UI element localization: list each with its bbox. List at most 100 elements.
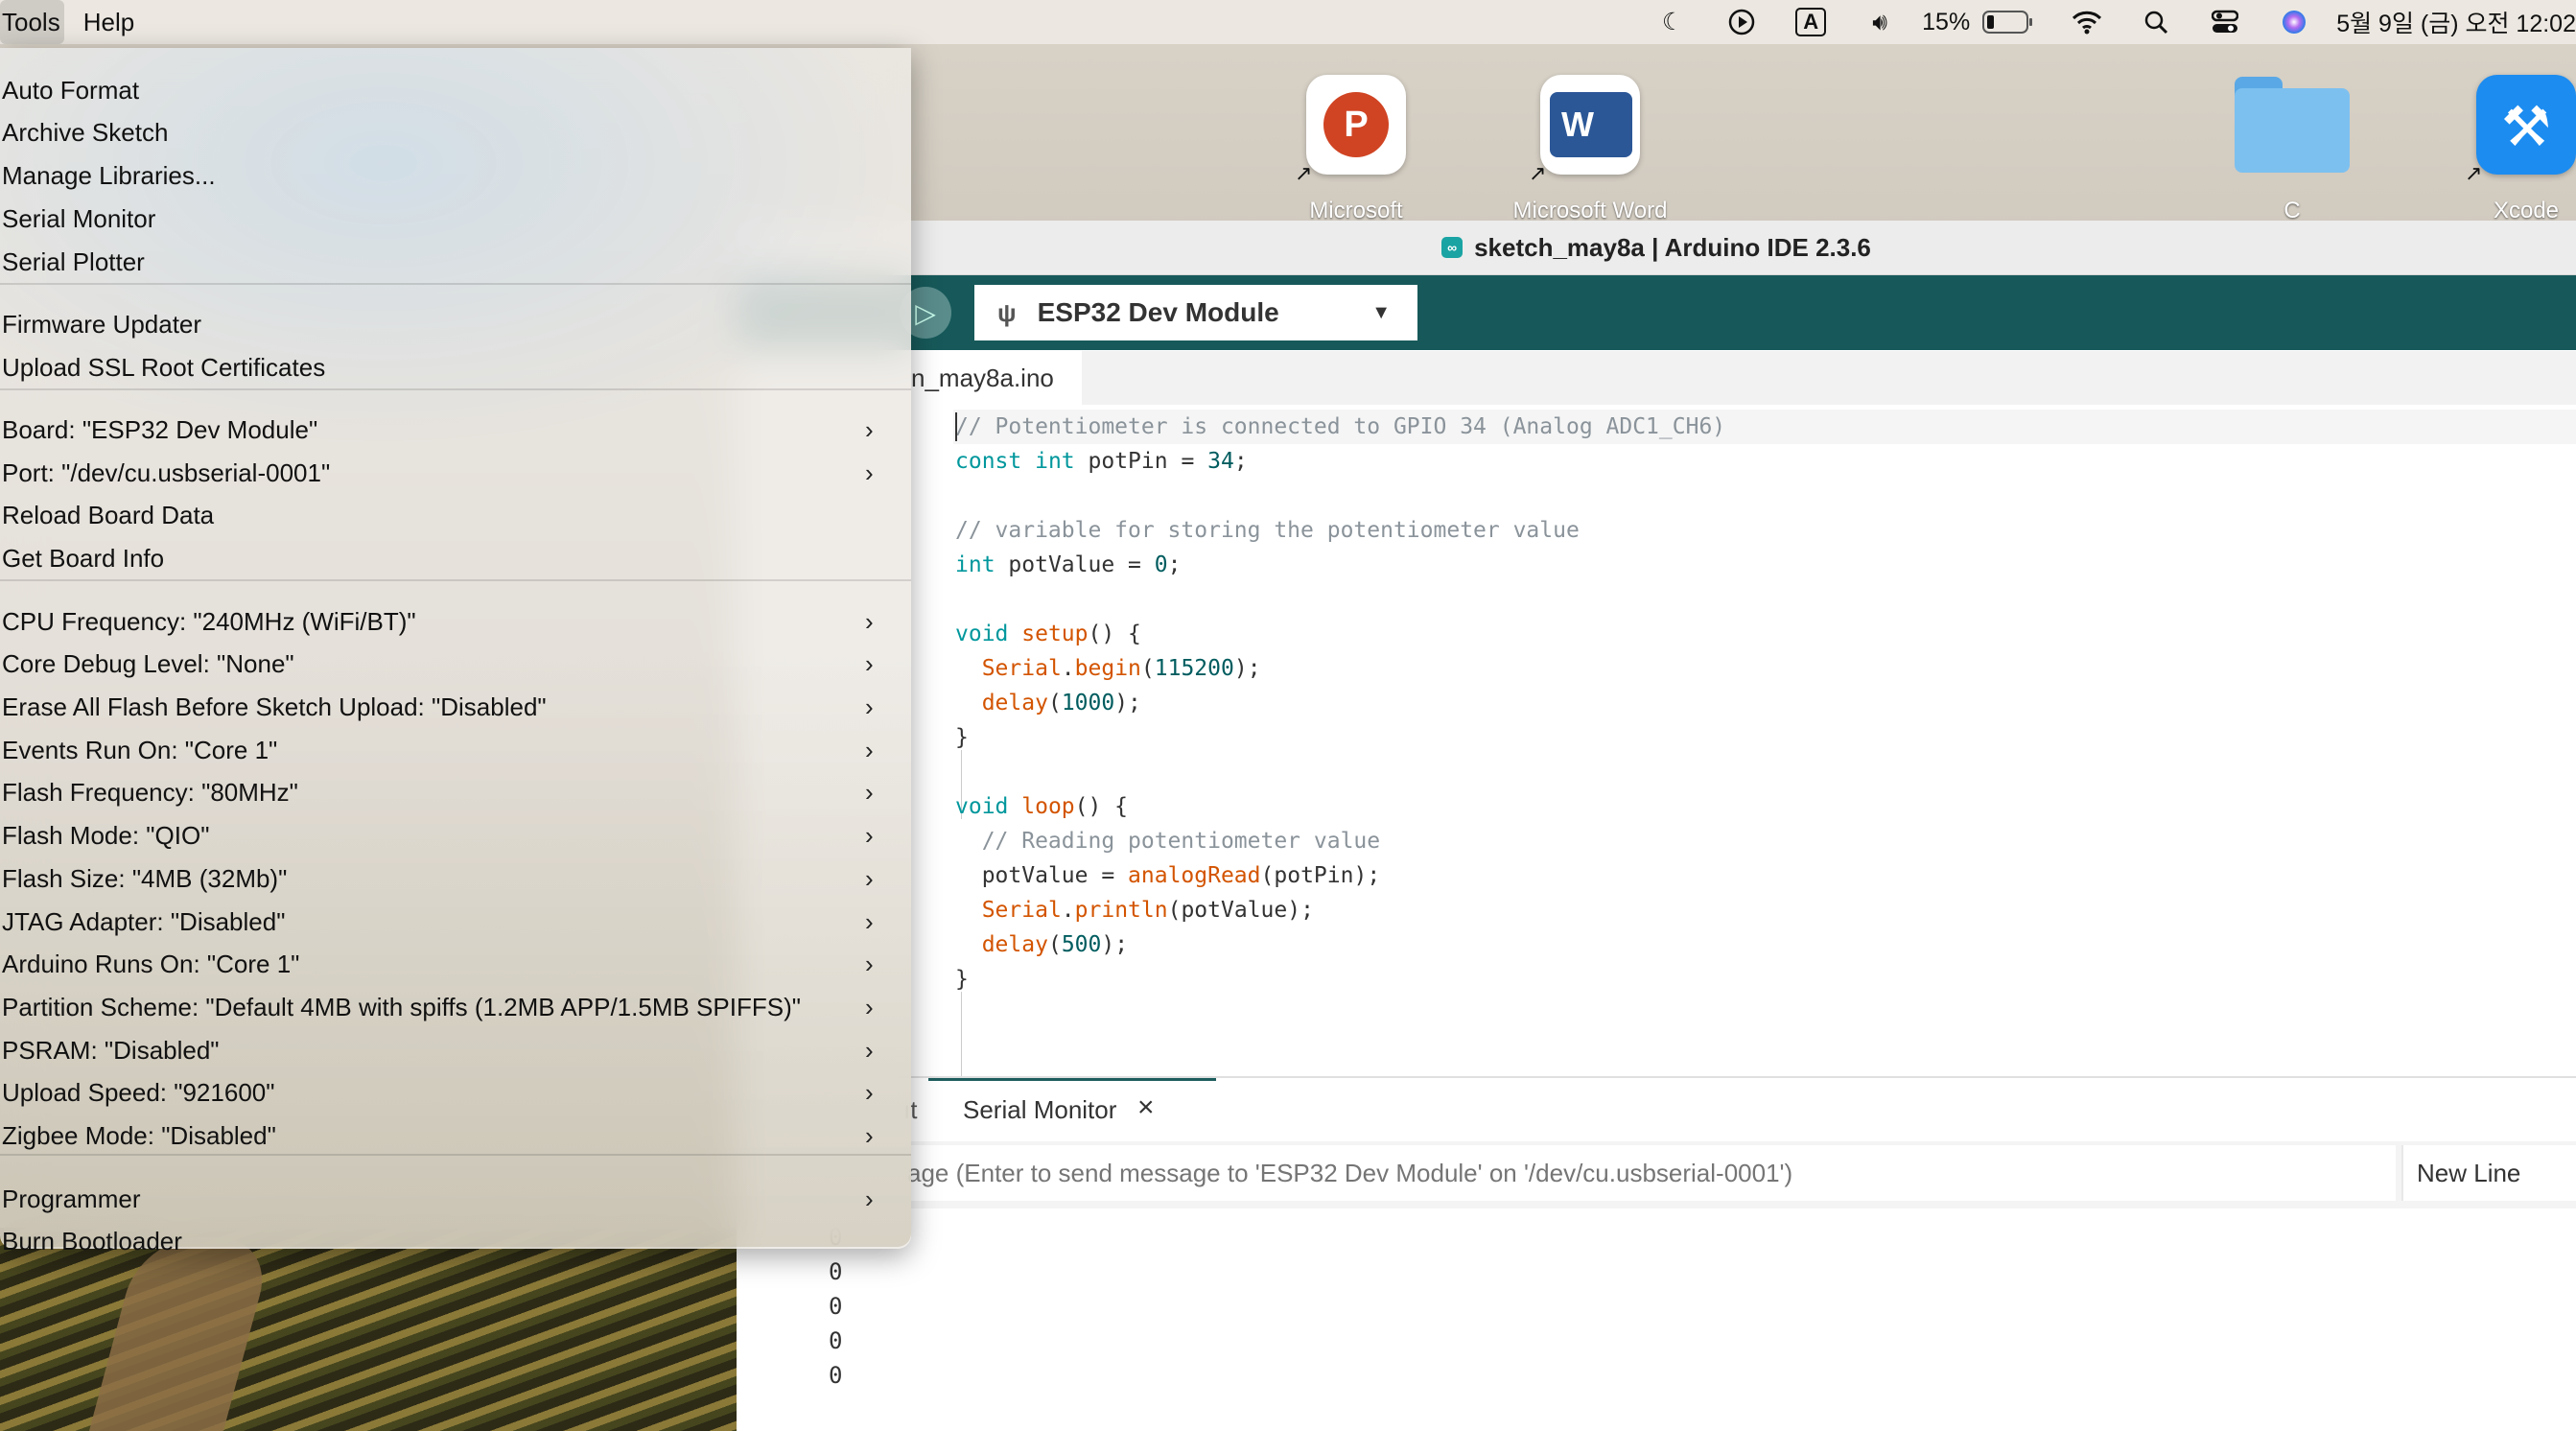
serial-output-line: 0 [829,1293,843,1320]
chevron-right-icon: › [865,906,874,936]
menu-item-label: Burn Bootloader [2,1227,182,1256]
menu-item-archive-sketch[interactable]: Archive Sketch [0,111,911,153]
menu-item-label: CPU Frequency: "240MHz (WiFi/BT)" [2,606,416,636]
menu-help[interactable]: Help [64,0,148,44]
menu-item-board[interactable]: Board: "ESP32 Dev Module" › [0,409,911,451]
menubar-clock[interactable]: 5월 9일 (금) 오전 12:02 [2336,5,2576,39]
menu-item-jtag-adapter[interactable]: JTAG Adapter: "Disabled" › [0,901,911,943]
menu-item-events-run-on[interactable]: Events Run On: "Core 1" › [0,729,911,771]
line-ending-select[interactable]: New Line [2401,1145,2576,1201]
menu-item-label: Erase All Flash Before Sketch Upload: "D… [2,692,547,721]
tab-serial-monitor[interactable]: Serial Monitor [963,1095,1116,1125]
chevron-right-icon: › [865,950,874,979]
menu-item-auto-format[interactable]: Auto Format [0,69,911,111]
menu-separator [0,387,911,390]
menu-item-erase-all-flash-before-sketch-upload[interactable]: Erase All Flash Before Sketch Upload: "D… [0,686,911,728]
menu-item-label: Archive Sketch [2,118,169,148]
menu-item-label: Core Debug Level: "None" [2,649,294,679]
bottom-panel-tabs: ıt Serial Monitor × [737,1076,2576,1143]
serial-output-line: 0 [829,1327,843,1354]
battery-percent: 15% [1922,8,1971,35]
code-line: Serial.begin(115200); [981,656,1261,681]
chevron-right-icon: › [865,1184,874,1213]
play-circle-icon[interactable] [1724,5,1759,39]
menu-item-reload-board-data[interactable]: Reload Board Data [0,494,911,536]
folder-app-icon[interactable] [2235,77,2350,173]
menu-item-upload-ssl-root-certificates[interactable]: Upload SSL Root Certificates [0,346,911,388]
menu-item-programmer[interactable]: Programmer › [0,1178,911,1220]
menu-item-partition-scheme[interactable]: Partition Scheme: "Default 4MB with spif… [0,986,911,1028]
code-line: Serial.println(potValue); [981,898,1314,923]
code-editor[interactable]: // Potentiometer is connected to GPIO 34… [737,405,2576,1095]
close-icon[interactable]: × [1137,1091,1155,1124]
serial-input-bar: New Line [737,1141,2576,1208]
menu-item-arduino-runs-on[interactable]: Arduino Runs On: "Core 1" › [0,943,911,985]
app-label-word: Microsoft Word [1512,198,1668,221]
text-cursor [955,412,957,441]
focus-moon-icon[interactable]: ☾ [1655,5,1690,39]
menu-item-label: Partition Scheme: "Default 4MB with spif… [2,993,801,1022]
chevron-right-icon: › [865,1035,874,1065]
xcode-app-icon[interactable]: ⚒ [2476,75,2576,175]
code-line: const int potPin = 34; [955,449,1248,474]
control-center-icon[interactable] [2208,5,2242,39]
menu-item-manage-libraries[interactable]: Manage Libraries... [0,154,911,197]
menu-item-get-board-info[interactable]: Get Board Info [0,537,911,579]
menu-item-core-debug-level[interactable]: Core Debug Level: "None" › [0,643,911,685]
menu-item-label: Upload SSL Root Certificates [2,352,326,382]
powerpoint-app-icon[interactable]: P [1306,75,1406,175]
arduino-logo-icon: ∞ [1441,237,1464,258]
menu-item-cpu-frequency[interactable]: CPU Frequency: "240MHz (WiFi/BT)" › [0,600,911,643]
code-line: delay(1000); [981,691,1141,716]
menu-item-label: Events Run On: "Core 1" [2,735,278,764]
code-line: } [955,725,969,750]
menu-item-port[interactable]: Port: "/dev/cu.usbserial-0001" › [0,452,911,494]
menu-item-label: Firmware Updater [2,309,202,339]
app-label-folder: C [2283,198,2301,221]
chevron-right-icon: › [865,993,874,1022]
menu-item-zigbee-mode[interactable]: Zigbee Mode: "Disabled" › [0,1114,911,1157]
wifi-icon[interactable] [2070,5,2104,39]
menu-item-flash-frequency[interactable]: Flash Frequency: "80MHz" › [0,771,911,813]
menu-item-burn-bootloader[interactable]: Burn Bootloader [0,1220,911,1262]
menu-item-label: Flash Frequency: "80MHz" [2,778,298,808]
word-app-icon[interactable]: W [1540,75,1640,175]
tab-sketch-file-label: n_may8a.ino [911,364,1054,392]
status-area: ☾ A 🔊︎ 15% 5월 9일 (금) 오전 12:02 [1638,0,2576,44]
code-line: // Reading potentiometer value [955,829,1381,854]
menu-bar: Tools Help ☾ A 🔊︎ 15% 5월 9일 (금) 오전 12:02 [0,0,2576,44]
board-selector[interactable]: ψ ESP32 Dev Module ▼ [974,285,1417,340]
menu-separator [0,1153,911,1156]
siri-icon[interactable] [2277,5,2311,39]
window-title: sketch_may8a | Arduino IDE 2.3.6 [1474,232,1871,262]
menu-item-label: Reload Board Data [2,501,215,530]
menu-item-label: Flash Mode: "QIO" [2,821,210,851]
menu-item-upload-speed[interactable]: Upload Speed: "921600" › [0,1071,911,1114]
app-label-powerpoint: Microsoft [1309,198,1403,221]
code-line: void loop() { [955,794,1129,819]
serial-message-input[interactable] [737,1145,2396,1201]
search-icon[interactable] [2139,5,2173,39]
input-source-icon[interactable]: A [1793,5,1828,39]
alias-arrow-icon: ↗ [1295,161,1313,185]
code-line: void setup() { [955,622,1141,646]
chevron-right-icon: › [865,735,874,764]
tools-menu: Auto Format Archive Sketch Manage Librarie… [0,48,911,1255]
menu-item-psram[interactable]: PSRAM: "Disabled" › [0,1029,911,1071]
menu-item-serial-plotter[interactable]: Serial Plotter [0,241,911,283]
board-selector-label: ESP32 Dev Module [1037,297,1279,327]
menu-item-flash-size[interactable]: Flash Size: "4MB (32Mb)" › [0,857,911,900]
app-label-xcode: Xcode [2493,198,2560,221]
window-titlebar[interactable]: ∞ sketch_may8a | Arduino IDE 2.3.6 [737,221,2576,275]
menu-item-serial-monitor[interactable]: Serial Monitor [0,198,911,240]
battery-icon[interactable] [1981,5,2035,39]
menu-item-label: PSRAM: "Disabled" [2,1035,220,1065]
menu-item-label: Get Board Info [2,544,165,574]
menu-item-label: Upload Speed: "921600" [2,1078,275,1108]
volume-icon[interactable]: 🔊︎ [1862,5,1897,39]
menu-item-flash-mode[interactable]: Flash Mode: "QIO" › [0,814,911,856]
menu-item-firmware-updater[interactable]: Firmware Updater [0,303,911,345]
menu-item-label: Serial Plotter [2,246,145,276]
menu-item-label: JTAG Adapter: "Disabled" [2,906,286,936]
menu-tools[interactable]: Tools [0,0,64,44]
